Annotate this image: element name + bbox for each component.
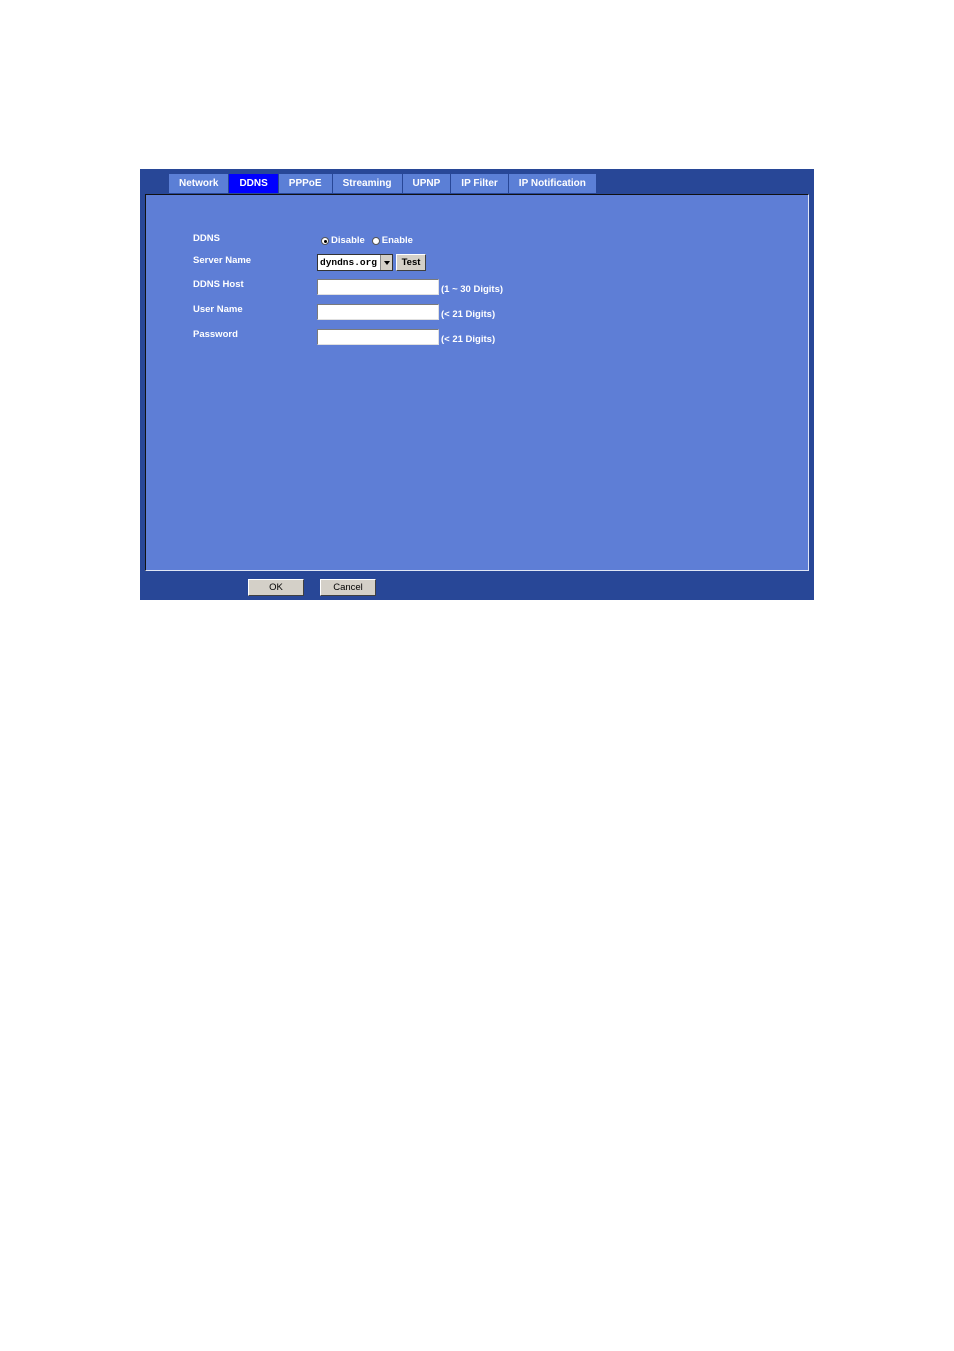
ddns-enable-radio[interactable] [371, 236, 380, 245]
tab-pppoe[interactable]: PPPoE [278, 174, 333, 193]
chevron-down-icon[interactable] [380, 255, 392, 270]
tab-network[interactable]: Network [169, 174, 230, 193]
ddns-disable-radio[interactable] [321, 236, 329, 245]
ddns-host-hint: (1 ~ 30 Digits) [441, 284, 504, 295]
settings-panel: DDNS Disable Enable Server Name dyndns.o… [145, 194, 809, 571]
ok-button[interactable]: OK [248, 579, 304, 596]
password-input[interactable] [317, 329, 439, 345]
ddns-radio-group: Disable Enable [321, 235, 413, 246]
tab-bar: Network DDNS PPPoE Streaming UPNP IP Fil… [169, 174, 597, 193]
ddns-settings-window: Network DDNS PPPoE Streaming UPNP IP Fil… [140, 169, 814, 600]
test-button[interactable]: Test [396, 254, 426, 271]
password-label: Password [193, 329, 238, 340]
user-name-hint: (< 21 Digits) [441, 309, 496, 320]
tab-ip-filter[interactable]: IP Filter [451, 174, 509, 193]
password-hint: (< 21 Digits) [441, 334, 496, 345]
server-name-select[interactable]: dyndns.org [317, 254, 393, 271]
server-name-value: dyndns.org [320, 257, 378, 268]
tab-upnp[interactable]: UPNP [402, 174, 452, 193]
user-name-input[interactable] [317, 304, 439, 320]
ddns-host-label: DDNS Host [193, 279, 244, 290]
user-name-label: User Name [193, 304, 243, 315]
ddns-label: DDNS [193, 233, 220, 244]
tab-ddns[interactable]: DDNS [229, 174, 279, 193]
tab-ip-notification[interactable]: IP Notification [508, 174, 597, 193]
tab-streaming[interactable]: Streaming [332, 174, 403, 193]
server-name-label: Server Name [193, 255, 252, 266]
ddns-disable-label: Disable [331, 235, 365, 246]
cancel-button[interactable]: Cancel [320, 579, 376, 596]
ddns-host-input[interactable] [317, 279, 439, 295]
ddns-enable-label: Enable [381, 235, 413, 246]
